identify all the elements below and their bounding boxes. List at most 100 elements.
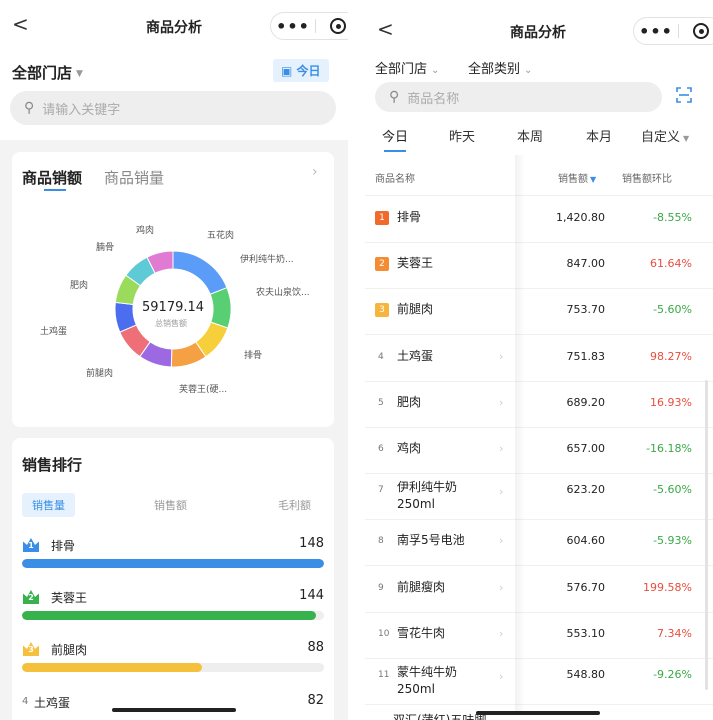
table-row[interactable]: 4 土鸡蛋 › 751.83 98.27%	[365, 335, 713, 382]
table-row[interactable]: 7 伊利纯牛奶250ml › 623.20 -5.60%	[365, 473, 713, 521]
ranking-card: 销售排行 销售量 销售额 毛利额 1 排骨 148 2 芙蓉王 144 3 前腿肉 88 4 土鸡蛋…	[12, 438, 334, 720]
table-row[interactable]: 6 鸡肉 › 657.00 -16.18%	[365, 427, 713, 474]
store-filter-label: 全部门店	[12, 64, 73, 82]
sales-change-pct: -5.60%	[653, 303, 692, 317]
search-placeholder: 请输入关键字	[42, 102, 121, 118]
back-button[interactable]: <	[377, 17, 394, 41]
chevron-right-icon[interactable]: ›	[499, 534, 503, 547]
store-filter[interactable]: 全部门店 ⌄	[375, 58, 439, 77]
rank-item-value: 148	[299, 536, 324, 551]
seg-margin[interactable]: 毛利额	[278, 497, 311, 513]
sales-change-pct: -8.55%	[653, 211, 692, 224]
rank-number: 10	[378, 628, 390, 639]
page-title: 商品分析	[146, 20, 202, 36]
more-button[interactable]: •••	[634, 22, 678, 41]
col-header-sales[interactable]: 销售额 ▼	[558, 170, 596, 185]
rank-badge: 1	[375, 211, 389, 225]
crown-icon: 2	[23, 590, 39, 604]
capsule-menu: •••	[633, 17, 713, 45]
chevron-right-icon[interactable]: ›	[499, 442, 503, 455]
more-button[interactable]: •••	[271, 17, 315, 36]
product-name: 芙蓉王	[397, 256, 434, 271]
sales-change-pct: 7.34%	[657, 626, 692, 640]
chevron-right-icon[interactable]: ›	[312, 164, 318, 180]
table-row[interactable]: 1 排骨 1,420.80 -8.55%	[365, 196, 713, 243]
rank-item-name: 芙蓉王	[51, 591, 88, 605]
chevron-right-icon[interactable]: ›	[499, 485, 503, 498]
rank-number: 4	[378, 351, 384, 362]
sales-amount: 689.20	[566, 395, 606, 409]
calendar-icon: ▣	[281, 64, 293, 78]
chevron-right-icon[interactable]: ›	[499, 350, 503, 363]
tab-this-week[interactable]: 本周	[517, 126, 543, 145]
today-label: 今日	[296, 64, 321, 78]
tab-sales-amount[interactable]: 商品销额	[22, 167, 82, 188]
chevron-right-icon[interactable]: ›	[499, 670, 503, 683]
table-row[interactable]: 3 前腿肉 753.70 -5.60%	[365, 288, 713, 336]
category-filter[interactable]: 全部类别 ⌄	[468, 58, 532, 77]
target-icon	[693, 23, 709, 39]
sales-amount: 548.80	[566, 668, 606, 681]
donut-segment[interactable]	[172, 250, 228, 295]
tab-this-month[interactable]: 本月	[586, 126, 612, 145]
table-row[interactable]: 9 前腿瘦肉 › 576.70 199.58%	[365, 566, 713, 613]
close-miniprogram-button[interactable]	[679, 23, 713, 39]
ranking-title: 销售排行	[22, 456, 83, 474]
tab-sales-quantity[interactable]: 商品销量	[104, 167, 164, 188]
search-input[interactable]: ⚲ 商品名称	[375, 82, 662, 112]
rank-number: 8	[378, 536, 384, 547]
rank-number: 11	[378, 670, 390, 680]
caret-down-icon: ▼	[683, 134, 690, 143]
sales-amount: 753.70	[566, 303, 606, 317]
chevron-right-icon[interactable]: ›	[499, 581, 503, 594]
table-row-partial: 双汇(蒲红)五味脚	[393, 713, 487, 720]
chevron-down-icon: ⌄	[524, 65, 533, 76]
sales-change-pct: -5.60%	[653, 483, 692, 497]
sales-amount: 1,420.80	[556, 211, 605, 224]
sales-amount: 847.00	[566, 257, 606, 271]
tab-custom[interactable]: 自定义 ▼	[641, 126, 689, 145]
donut-center-value: 59179.14	[142, 300, 205, 315]
category-filter-label: 全部类别	[468, 62, 521, 77]
scrollbar[interactable]	[705, 380, 708, 690]
back-button[interactable]: <	[12, 12, 29, 36]
product-name: 蒙牛纯牛奶250ml	[397, 665, 458, 696]
rank-badge: 2	[375, 257, 389, 272]
donut-label: 五花肉	[207, 231, 235, 241]
tab-today[interactable]: 今日	[382, 126, 408, 145]
donut-label: 腩骨	[96, 243, 115, 253]
seg-quantity[interactable]: 销售量	[22, 493, 75, 517]
tab-underline	[44, 189, 66, 191]
seg-amount[interactable]: 销售额	[154, 497, 187, 513]
store-filter[interactable]: 全部门店 ▼	[12, 62, 83, 83]
chevron-right-icon[interactable]: ›	[499, 627, 503, 640]
chevron-right-icon[interactable]: ›	[499, 396, 503, 409]
product-name: 肥肉	[397, 394, 422, 409]
product-name: 伊利纯牛奶250ml	[397, 480, 458, 512]
right-panel: < 商品分析 ••• 全部门店 ⌄ 全部类别 ⌄ ⚲ 商品名称 今日 昨天 本周 本…	[365, 0, 713, 720]
sales-card: 商品销额 商品销量 › 59179.14 总销售额 排骨 芙蓉王(硬... 前腿…	[12, 152, 334, 427]
tab-yesterday[interactable]: 昨天	[449, 126, 475, 145]
scan-icon[interactable]	[676, 87, 692, 103]
tab-underline	[384, 150, 406, 152]
rank-number: 6	[378, 444, 384, 454]
crown-icon: 3	[23, 642, 39, 656]
col-header-pct: 销售额环比	[622, 174, 672, 185]
table-row[interactable]: 11 蒙牛纯牛奶250ml › 548.80 -9.26%	[365, 658, 713, 705]
table-row[interactable]: 8 南孚5号电池 › 604.60 -5.93%	[365, 519, 713, 567]
rank-progress-bar	[22, 559, 324, 568]
donut-segment[interactable]	[209, 287, 232, 329]
table-row[interactable]: 2 芙蓉王 847.00 61.64%	[365, 242, 713, 290]
donut-label: 前腿肉	[86, 369, 114, 379]
today-button[interactable]: ▣ 今日	[273, 59, 329, 82]
rank-item-value: 144	[299, 588, 324, 603]
close-miniprogram-button[interactable]	[316, 18, 348, 34]
search-input[interactable]: ⚲ 请输入关键字	[10, 91, 336, 125]
table-row[interactable]: 5 肥肉 › 689.20 16.93%	[365, 381, 713, 428]
donut-label: 农夫山泉饮...	[256, 288, 310, 298]
search-placeholder: 商品名称	[407, 91, 460, 107]
table-row[interactable]: 10 雪花牛肉 › 553.10 7.34%	[365, 612, 713, 659]
sales-change-pct: 16.93%	[650, 395, 692, 409]
donut-label: 肥肉	[70, 281, 89, 291]
sales-amount: 576.70	[566, 580, 606, 594]
